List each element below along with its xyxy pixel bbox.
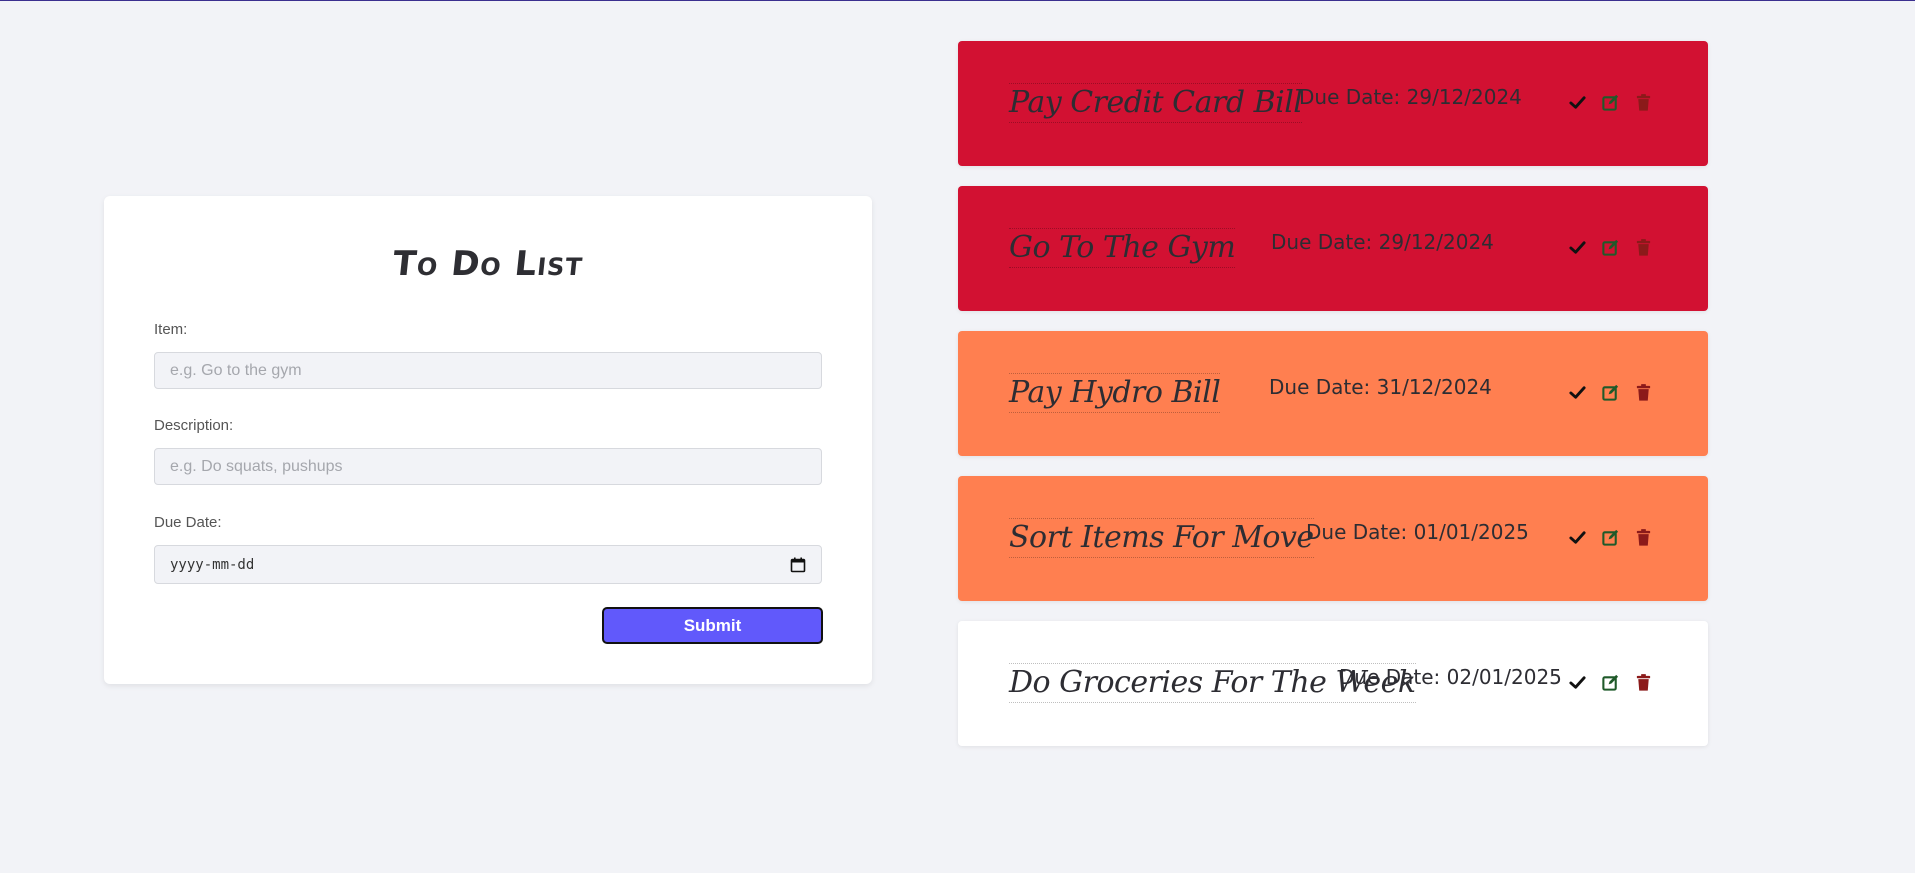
task-card: Pay Hydro Bill Due Date: 31/12/2024: [958, 331, 1708, 456]
description-input[interactable]: [154, 448, 822, 485]
task-card: Go To The Gym Due Date: 29/12/2024: [958, 186, 1708, 311]
task-title: Pay Hydro Bill: [1009, 373, 1221, 413]
task-due-date: Due Date: 29/12/2024: [1299, 85, 1522, 109]
task-title: Go To The Gym: [1009, 228, 1236, 268]
task-title: Sort Items For Move: [1009, 518, 1314, 558]
task-due-date: Due Date: 31/12/2024: [1269, 375, 1492, 399]
task-title: Pay Credit Card Bill: [1009, 83, 1303, 123]
edit-icon[interactable]: [1601, 238, 1620, 257]
task-card: Pay Credit Card Bill Due Date: 29/12/2024: [958, 41, 1708, 166]
top-border: [0, 0, 1915, 1]
check-icon[interactable]: [1568, 673, 1587, 692]
check-icon[interactable]: [1568, 528, 1587, 547]
edit-icon[interactable]: [1601, 383, 1620, 402]
due-date-label: Due Date:: [154, 514, 222, 531]
edit-icon[interactable]: [1601, 528, 1620, 547]
task-card: Sort Items For Move Due Date: 01/01/2025: [958, 476, 1708, 601]
edit-icon[interactable]: [1601, 673, 1620, 692]
task-actions: [1568, 528, 1653, 547]
task-card: Do Groceries For The Week Due Date: 02/01…: [958, 621, 1708, 746]
task-actions: [1568, 238, 1653, 257]
task-actions: [1568, 93, 1653, 112]
check-icon[interactable]: [1568, 383, 1587, 402]
due-date-placeholder: yyyy-mm-dd: [170, 556, 255, 573]
due-date-input[interactable]: yyyy-mm-dd: [154, 545, 822, 584]
description-label: Description:: [154, 417, 234, 434]
item-label: Item:: [154, 321, 188, 338]
check-icon[interactable]: [1568, 93, 1587, 112]
task-due-date: Due Date: 29/12/2024: [1271, 230, 1494, 254]
calendar-icon[interactable]: [790, 557, 806, 573]
todo-form-card: To Do List Item: Description: Due Date: …: [104, 196, 872, 684]
trash-icon[interactable]: [1634, 673, 1653, 692]
item-input[interactable]: [154, 352, 822, 389]
check-icon[interactable]: [1568, 238, 1587, 257]
task-due-date: Due Date: 02/01/2025: [1339, 665, 1562, 689]
task-due-date: Due Date: 01/01/2025: [1306, 520, 1529, 544]
trash-icon[interactable]: [1634, 383, 1653, 402]
task-actions: [1568, 383, 1653, 402]
submit-button[interactable]: Submit: [602, 607, 823, 644]
task-actions: [1568, 673, 1653, 692]
trash-icon[interactable]: [1634, 93, 1653, 112]
form-title: To Do List: [390, 244, 586, 284]
trash-icon[interactable]: [1634, 238, 1653, 257]
edit-icon[interactable]: [1601, 93, 1620, 112]
trash-icon[interactable]: [1634, 528, 1653, 547]
